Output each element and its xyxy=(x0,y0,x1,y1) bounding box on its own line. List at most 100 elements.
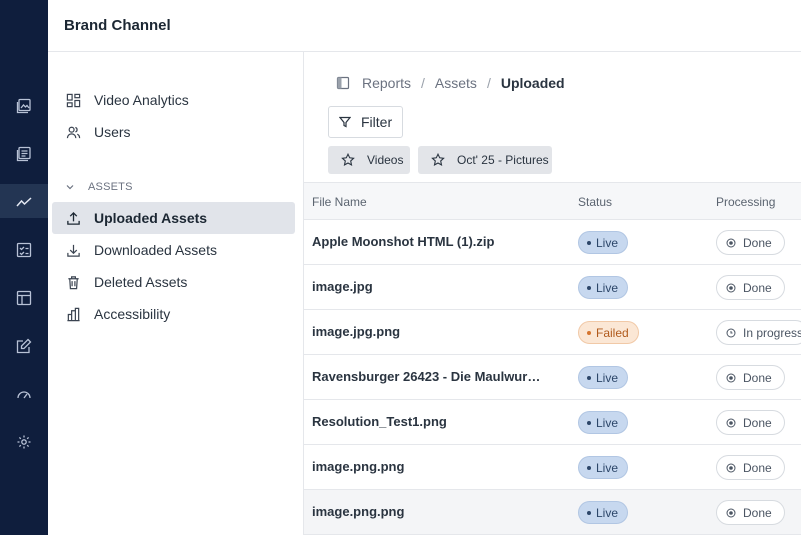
processing-badge: Done xyxy=(716,230,785,255)
edit-icon[interactable] xyxy=(14,336,34,356)
processing-badge: Done xyxy=(716,500,785,525)
status-badge: Live xyxy=(578,411,629,434)
status-dot xyxy=(587,420,591,425)
processing-label: Done xyxy=(743,505,772,520)
column-header-processing[interactable]: Processing xyxy=(716,195,775,209)
sidebar-toggle-icon[interactable] xyxy=(336,76,350,90)
chevron-down-icon xyxy=(65,182,75,192)
processing-label: Done xyxy=(743,370,772,385)
star-icon xyxy=(341,153,355,166)
file-name[interactable]: image.png.png xyxy=(312,459,404,474)
section-header-assets[interactable]: ASSETS xyxy=(65,181,133,193)
layout-icon[interactable] xyxy=(14,288,34,308)
status-dot xyxy=(587,510,591,515)
saved-filter-chip-oct-pictures[interactable]: Oct' 25 - Pictures xyxy=(418,146,552,174)
done-icon xyxy=(726,463,736,472)
breadcrumb-uploaded: Uploaded xyxy=(500,75,565,91)
trash-icon xyxy=(65,274,81,290)
nav-item-label: Accessibility xyxy=(94,306,171,322)
processing-badge: Done xyxy=(716,275,785,300)
nav-item-label: Downloaded Assets xyxy=(94,242,217,258)
filter-button[interactable]: Filter xyxy=(328,106,403,138)
table-row[interactable]: image.jpg Live Done xyxy=(304,265,801,310)
processing-badge: Done xyxy=(716,455,785,480)
app-title: Brand Channel xyxy=(64,17,171,34)
saved-filter-chip-videos[interactable]: Videos xyxy=(328,146,410,174)
accessibility-icon xyxy=(65,306,81,322)
status-label: Live xyxy=(596,235,619,250)
status-dot xyxy=(587,465,591,470)
status-dot xyxy=(587,285,591,290)
dashboard-icon[interactable] xyxy=(14,384,34,404)
status-label: Live xyxy=(596,370,619,385)
nav-item-label: Uploaded Assets xyxy=(94,210,208,226)
file-name[interactable]: image.jpg.png xyxy=(312,324,400,339)
table-row[interactable]: Ravensburger 26423 - Die Maulwurf ... Li… xyxy=(304,355,801,400)
secondary-nav: Video Analytics Users ASSETS Uploaded As… xyxy=(48,52,304,535)
processing-badge: Done xyxy=(716,365,785,390)
main-content: Reports / Assets / Uploaded Filter Video… xyxy=(304,52,801,535)
analytics-icon[interactable] xyxy=(14,192,34,212)
in-progress-icon xyxy=(726,328,736,337)
nav-item-video-analytics[interactable]: Video Analytics xyxy=(52,84,295,116)
top-header: Brand Channel xyxy=(48,0,801,52)
done-icon xyxy=(726,418,736,427)
breadcrumb-separator: / xyxy=(421,75,425,91)
nav-item-uploaded-assets[interactable]: Uploaded Assets xyxy=(52,202,295,234)
filter-icon xyxy=(339,116,351,128)
status-label: Failed xyxy=(596,325,629,340)
file-name[interactable]: Apple Moonshot HTML (1).zip xyxy=(312,234,494,249)
table-row[interactable]: image.jpg.png Failed In progress xyxy=(304,310,801,355)
file-name[interactable]: image.jpg xyxy=(312,279,373,294)
assets-table: File Name Status Processing Apple Moonsh… xyxy=(304,182,801,535)
done-icon xyxy=(726,508,736,517)
nav-item-accessibility[interactable]: Accessibility xyxy=(52,298,295,330)
breadcrumb: Reports / Assets / Uploaded xyxy=(336,75,565,91)
status-dot xyxy=(587,240,591,245)
status-label: Live xyxy=(596,415,619,430)
status-label: Live xyxy=(596,505,619,520)
table-row[interactable]: Apple Moonshot HTML (1).zip Live Done xyxy=(304,220,801,265)
status-dot xyxy=(587,330,591,335)
app-rail xyxy=(0,0,48,535)
settings-icon[interactable] xyxy=(14,432,34,452)
table-header: File Name Status Processing xyxy=(304,182,801,220)
grid-icon xyxy=(65,92,81,108)
report-icon[interactable] xyxy=(14,240,34,260)
breadcrumb-assets[interactable]: Assets xyxy=(435,75,477,91)
column-header-file-name[interactable]: File Name xyxy=(312,195,367,209)
processing-badge: Done xyxy=(716,410,785,435)
documents-icon[interactable] xyxy=(14,144,34,164)
breadcrumb-reports[interactable]: Reports xyxy=(362,75,411,91)
table-row[interactable]: image.png.png Live Done xyxy=(304,490,801,535)
status-label: Live xyxy=(596,280,619,295)
processing-label: In progress xyxy=(743,325,801,340)
status-badge: Live xyxy=(578,231,629,254)
file-name[interactable]: image.png.png xyxy=(312,504,404,519)
file-name[interactable]: Resolution_Test1.png xyxy=(312,414,447,429)
done-icon xyxy=(726,373,736,382)
nav-item-users[interactable]: Users xyxy=(52,116,295,148)
processing-label: Done xyxy=(743,280,772,295)
column-header-status[interactable]: Status xyxy=(578,195,612,209)
table-row[interactable]: Resolution_Test1.png Live Done xyxy=(304,400,801,445)
filter-label: Filter xyxy=(361,114,393,130)
star-icon xyxy=(431,153,445,166)
nav-item-deleted-assets[interactable]: Deleted Assets xyxy=(52,266,295,298)
processing-label: Done xyxy=(743,235,772,250)
processing-badge: In progress xyxy=(716,320,801,345)
file-name[interactable]: Ravensburger 26423 - Die Maulwurf ... xyxy=(312,369,544,384)
upload-icon xyxy=(65,210,81,226)
download-icon xyxy=(65,242,81,258)
nav-item-downloaded-assets[interactable]: Downloaded Assets xyxy=(52,234,295,266)
status-badge: Failed xyxy=(578,321,639,344)
table-row[interactable]: image.png.png Live Done xyxy=(304,445,801,490)
users-icon xyxy=(65,124,81,140)
status-badge: Live xyxy=(578,366,629,389)
status-dot xyxy=(587,375,591,380)
media-icon[interactable] xyxy=(14,96,34,116)
nav-item-label: Deleted Assets xyxy=(94,274,188,290)
section-label: ASSETS xyxy=(88,181,133,193)
nav-item-label: Users xyxy=(94,124,131,140)
status-badge: Live xyxy=(578,501,629,524)
